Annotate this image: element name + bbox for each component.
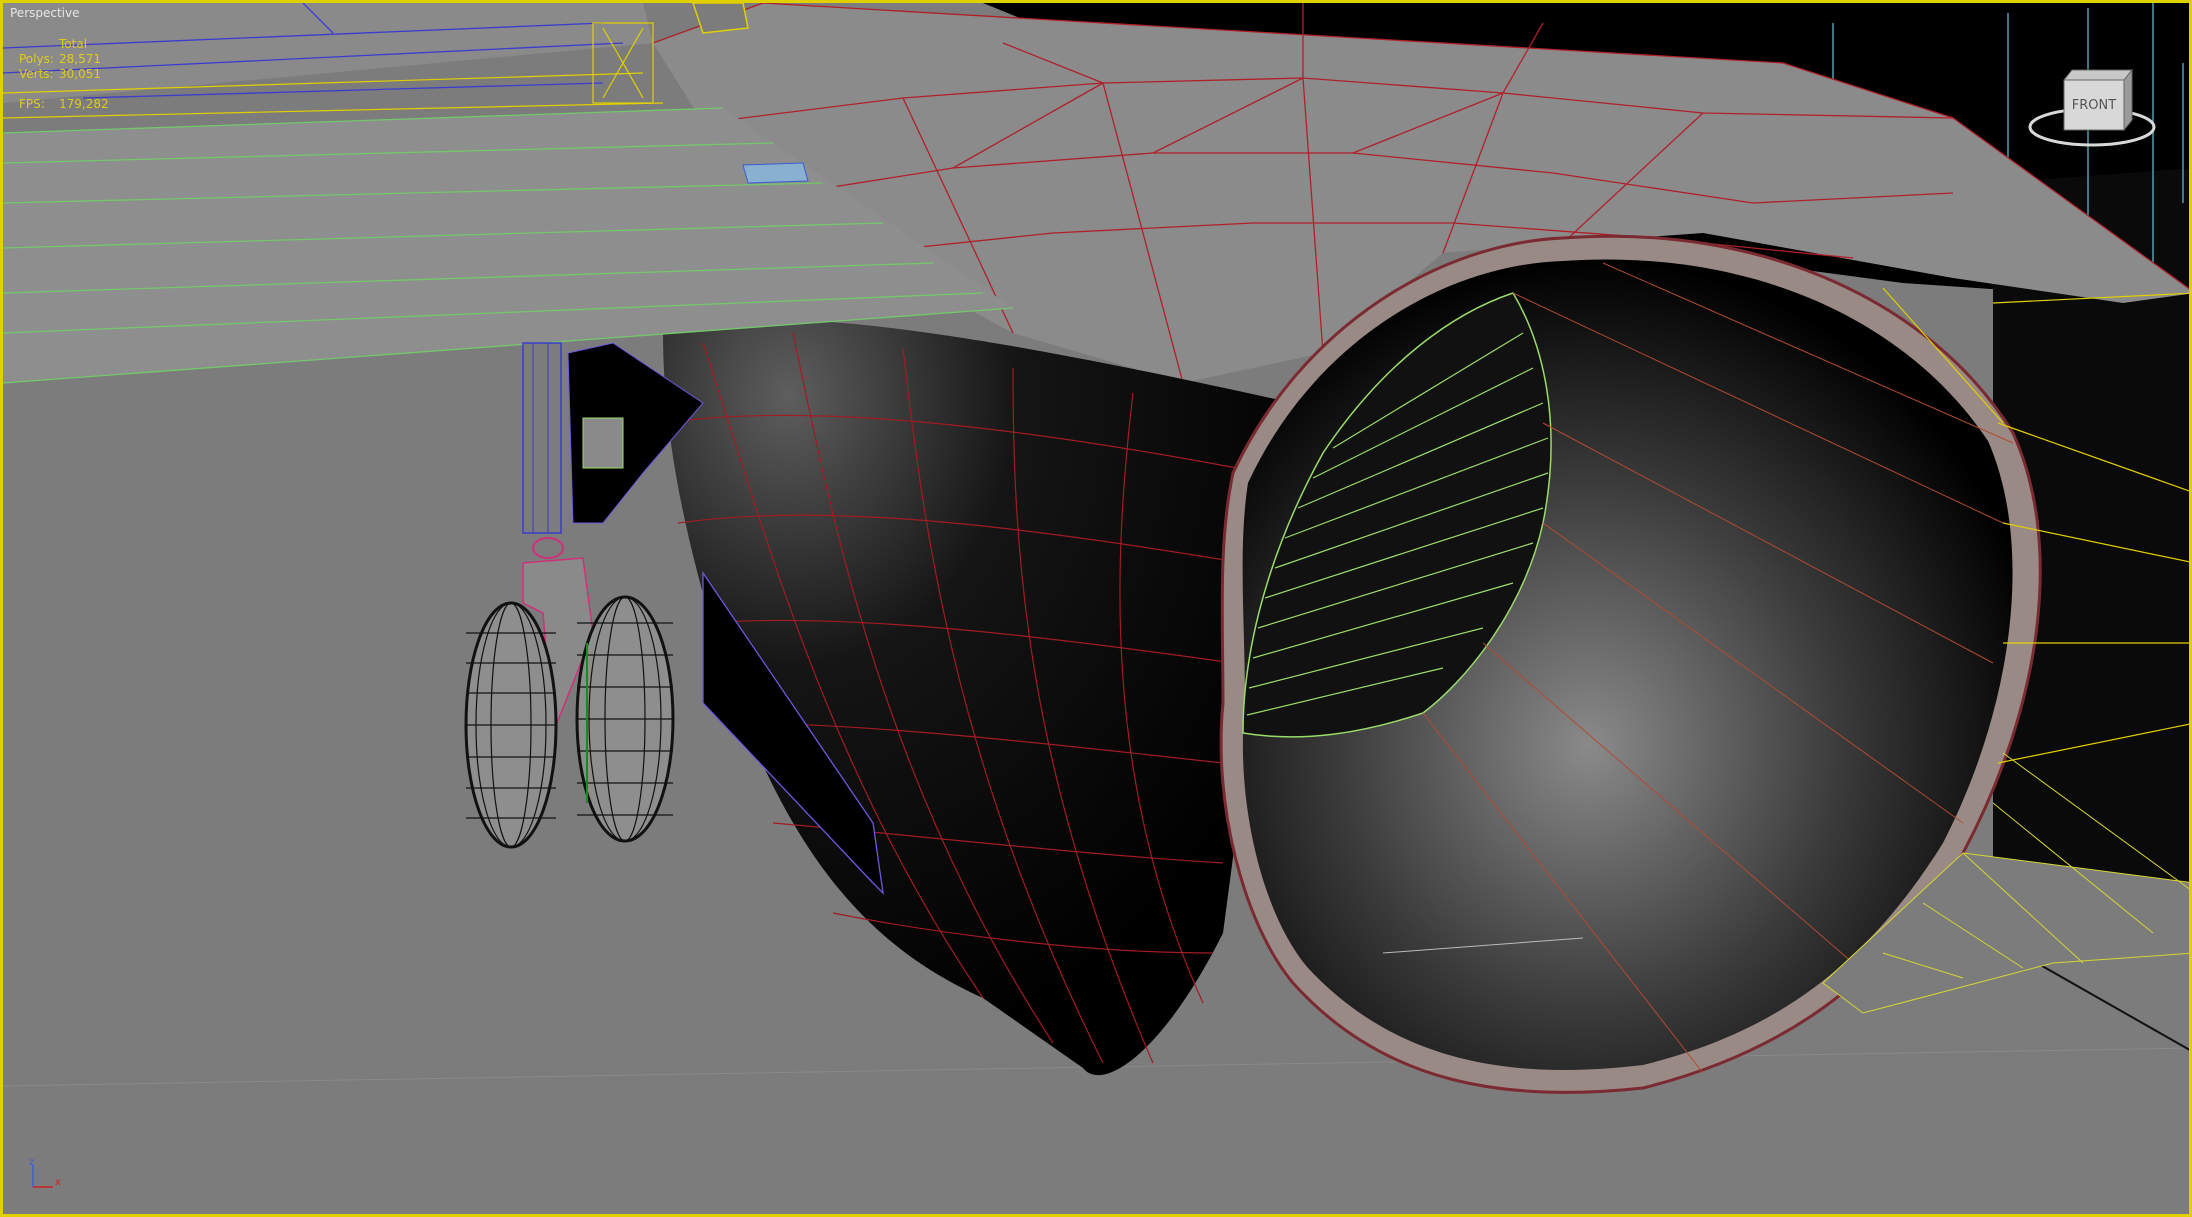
axis-tripod-icon: z x	[29, 1157, 61, 1188]
viewcube-top[interactable]	[2062, 69, 2134, 81]
polys-value: 28,571	[59, 52, 101, 66]
viewcube-side[interactable]	[2123, 68, 2133, 132]
stats-header: Total	[59, 37, 88, 51]
wing-pod	[742, 162, 809, 184]
viewport-label[interactable]: Perspective	[10, 6, 80, 20]
polys-label: Polys:	[19, 52, 54, 66]
fps-label: FPS:	[19, 97, 45, 111]
scene-render[interactable]	[3, 3, 2192, 1217]
viewcube-face-label[interactable]: FRONT	[2072, 98, 2116, 113]
fps-value: 179,282	[59, 97, 109, 111]
viewcube-icon[interactable]: FRONT	[2024, 65, 2159, 155]
verts-label: Verts:	[19, 67, 54, 81]
pylon-top	[692, 3, 749, 34]
axis-x-label: x	[55, 1177, 61, 1188]
perspective-viewport[interactable]: Perspective Total Polys: 28,571 Verts: 3…	[0, 0, 2192, 1217]
axis-z-label: z	[29, 1157, 34, 1168]
verts-value: 30,051	[59, 67, 101, 81]
